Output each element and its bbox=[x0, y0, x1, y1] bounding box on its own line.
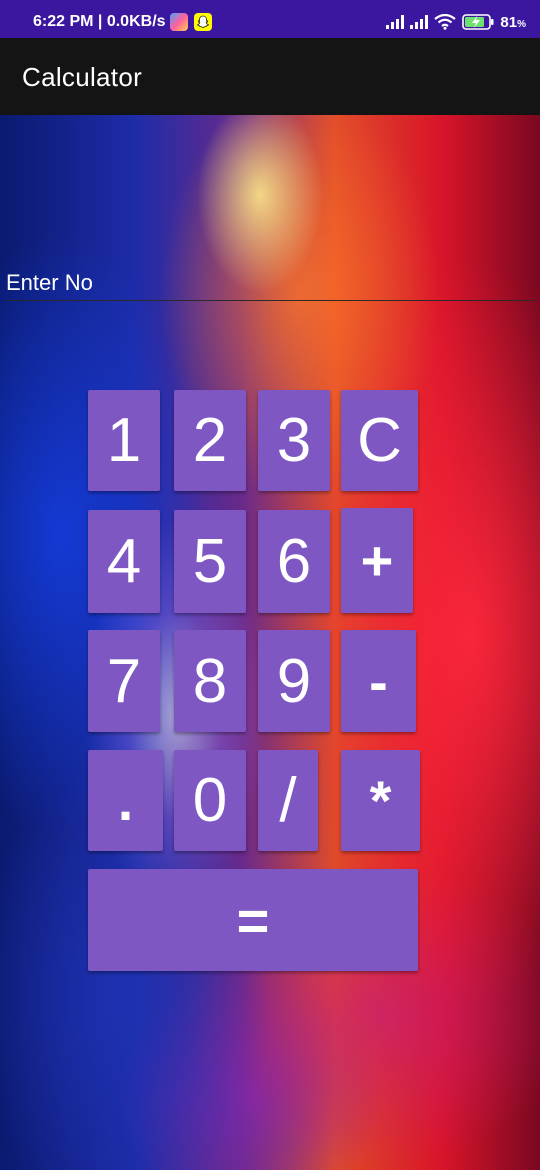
clear-button[interactable]: C bbox=[341, 390, 418, 491]
battery-unit: % bbox=[517, 18, 526, 30]
key-6[interactable]: 6 bbox=[258, 510, 330, 613]
key-3[interactable]: 3 bbox=[258, 390, 330, 491]
app-title: Calculator bbox=[22, 62, 143, 92]
key-8[interactable]: 8 bbox=[174, 630, 246, 732]
multiply-button[interactable]: * bbox=[341, 750, 420, 851]
key-0[interactable]: 0 bbox=[174, 750, 246, 851]
gallery-icon bbox=[170, 13, 188, 31]
battery-charging-icon bbox=[462, 14, 494, 30]
key-4[interactable]: 4 bbox=[88, 510, 160, 613]
divide-button[interactable]: / bbox=[258, 750, 318, 851]
key-1[interactable]: 1 bbox=[88, 390, 160, 491]
wifi-icon bbox=[434, 14, 457, 30]
key-9[interactable]: 9 bbox=[258, 630, 330, 732]
minus-button[interactable]: - bbox=[341, 630, 416, 732]
key-2[interactable]: 2 bbox=[174, 390, 246, 491]
plus-button[interactable]: + bbox=[341, 508, 413, 613]
key-5[interactable]: 5 bbox=[174, 510, 246, 613]
status-time: 6:22 PM | 0.0KB/s bbox=[33, 13, 166, 30]
status-bar: 6:22 PM | 0.0KB/s 81% bbox=[0, 0, 540, 38]
app-toolbar: Calculator bbox=[0, 38, 540, 115]
signal-icon bbox=[386, 15, 405, 29]
number-input[interactable]: Enter No bbox=[6, 262, 534, 301]
number-input-placeholder: Enter No bbox=[6, 270, 93, 295]
status-icons: 81% bbox=[386, 12, 526, 32]
signal-icon bbox=[410, 15, 429, 29]
calculator-screen: 6:22 PM | 0.0KB/s 81% Calculator Enter N… bbox=[0, 0, 540, 1170]
snapchat-icon bbox=[194, 13, 212, 31]
decimal-button[interactable]: . bbox=[88, 750, 163, 851]
key-7[interactable]: 7 bbox=[88, 630, 160, 732]
equals-button[interactable]: = bbox=[88, 869, 418, 971]
battery-level: 81 bbox=[500, 13, 518, 31]
